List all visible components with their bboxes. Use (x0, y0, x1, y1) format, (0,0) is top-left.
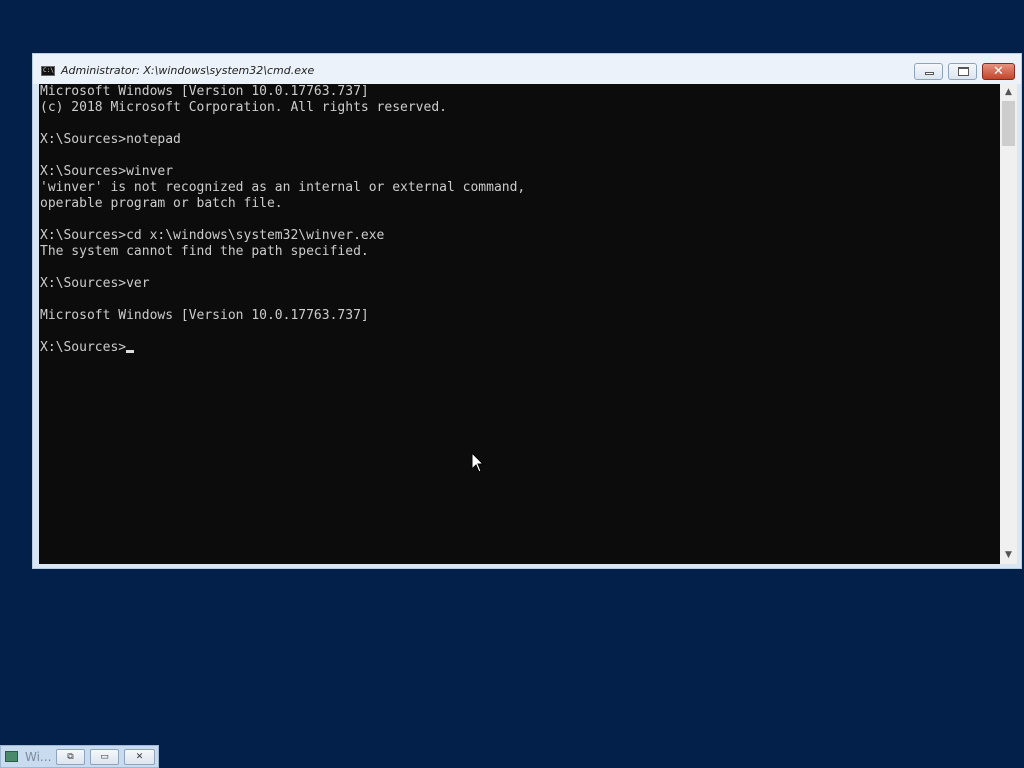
console-prompt: X:\Sources> (40, 340, 127, 355)
desktop: C:\ Administrator: X:\windows\system32\c… (0, 0, 1024, 768)
console-line: (c) 2018 Microsoft Corporation. All righ… (40, 100, 447, 115)
console-line: The system cannot find the path specifie… (40, 244, 369, 259)
console-line: X:\Sources>winver (40, 164, 174, 179)
text-cursor (126, 350, 135, 353)
maximize-icon (958, 67, 969, 76)
close-button-minimized[interactable]: ✕ (124, 749, 155, 765)
console-text: Microsoft Windows [Version 10.0.17763.73… (40, 84, 525, 356)
console-line: 'winver' is not recognized as an interna… (40, 180, 526, 195)
window-title: Administrator: X:\windows\system32\cmd.e… (61, 64, 315, 77)
setup-app-icon (5, 751, 18, 762)
console-line: X:\Sources>notepad (40, 132, 181, 147)
restore-button[interactable]: ⧉ (56, 749, 85, 765)
mouse-pointer-icon (471, 452, 485, 473)
chevron-down-icon[interactable]: ▼ (1000, 547, 1017, 564)
close-icon: ✕ (135, 752, 144, 762)
console-line: Microsoft Windows [Version 10.0.17763.73… (40, 84, 369, 99)
vertical-scrollbar[interactable]: ▲ ▼ (1000, 84, 1017, 564)
maximize-icon: ▭ (100, 752, 109, 762)
close-button[interactable]: ✕ (982, 63, 1015, 80)
console-output[interactable]: Microsoft Windows [Version 10.0.17763.73… (39, 84, 1000, 564)
maximize-button-minimized[interactable]: ▭ (90, 749, 119, 765)
cmd-window[interactable]: C:\ Administrator: X:\windows\system32\c… (32, 53, 1022, 569)
close-icon: ✕ (993, 64, 1004, 79)
console-line: operable program or batch file. (40, 196, 283, 211)
minimized-window-label: Wi... (25, 750, 52, 764)
console-lines: Microsoft Windows [Version 10.0.17763.73… (40, 84, 525, 323)
console-line: Microsoft Windows [Version 10.0.17763.73… (40, 308, 369, 323)
scrollbar-thumb[interactable] (1002, 101, 1015, 146)
cmd-icon[interactable]: C:\ (41, 66, 55, 76)
minimize-icon (925, 72, 934, 75)
minimize-button[interactable] (914, 63, 943, 80)
console-line: X:\Sources>ver (40, 276, 150, 291)
console-line: X:\Sources>cd x:\windows\system32\winver… (40, 228, 385, 243)
chevron-up-icon[interactable]: ▲ (1000, 84, 1017, 101)
restore-icon: ⧉ (67, 752, 74, 762)
title-bar[interactable]: C:\ Administrator: X:\windows\system32\c… (33, 54, 1021, 84)
maximize-button[interactable] (948, 63, 977, 80)
minimized-window[interactable]: Wi... ⧉ ▭ ✕ (0, 745, 159, 768)
